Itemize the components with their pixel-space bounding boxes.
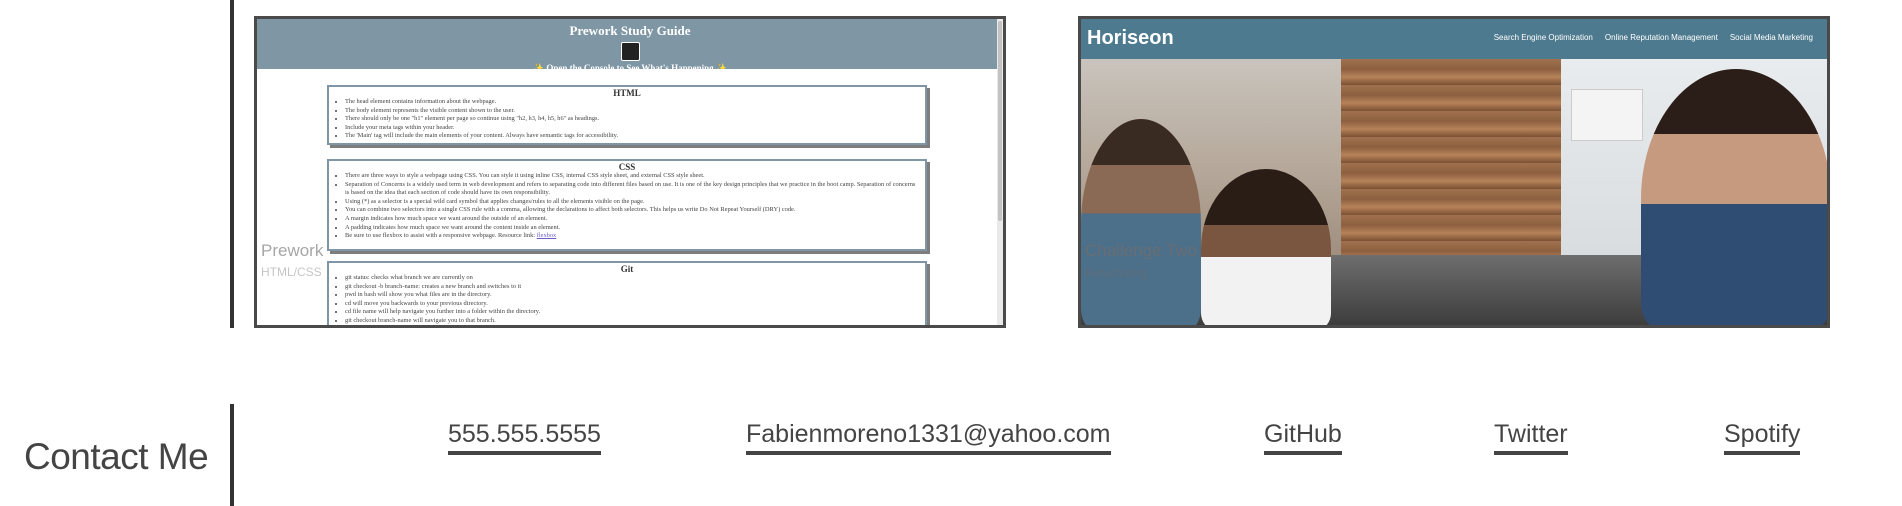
list-item: The body element represents the visible …	[345, 107, 919, 116]
project-subtitle: Refactoring	[1085, 266, 1147, 280]
prework-section-css: CSS There are three ways to style a webp…	[327, 159, 927, 251]
project-card-prework[interactable]: Prework Study Guide ✨ Open the Console t…	[254, 16, 1006, 328]
spotify-link[interactable]: Spotify	[1724, 418, 1801, 455]
photo-person	[1081, 119, 1201, 325]
horiseon-header: Horiseon Search Engine Optimization Onli…	[1081, 19, 1827, 59]
horiseon-logo: Horiseon	[1087, 27, 1174, 49]
contact-heading: Contact Me	[24, 436, 209, 477]
github-link[interactable]: GitHub	[1264, 418, 1342, 455]
project-title: Prework	[261, 241, 324, 260]
section-divider-bottom	[230, 404, 234, 506]
photo-whiteboard	[1571, 89, 1643, 141]
prework-title: Prework Study Guide	[569, 23, 691, 38]
scrollbar-thumb[interactable]	[998, 21, 1002, 221]
photo-person	[1641, 69, 1827, 325]
project-card-horiseon[interactable]: Horiseon Search Engine Optimization Onli…	[1078, 16, 1830, 328]
prework-body: HTML The head element contains informati…	[257, 69, 1003, 325]
nav-item: Online Reputation Management	[1604, 33, 1718, 42]
list-item: cd will move you backwards to your previ…	[345, 300, 919, 309]
list-item: A margin indicates how much space we wan…	[345, 215, 919, 224]
list-item: cd file name will help navigate you furt…	[345, 308, 919, 317]
list-item: The 'Main' tag will include the main ele…	[345, 132, 919, 141]
list-item: Be sure to use flexbox to assist with a …	[345, 232, 919, 241]
prework-logo-icon	[620, 42, 640, 61]
photo-person	[1201, 169, 1331, 325]
section-divider-top	[230, 0, 234, 328]
project-title: Challenge Two	[1085, 241, 1198, 260]
prework-section-git: Git git status: checks what branch we ar…	[327, 261, 927, 325]
list-item: Using (*) as a selector is a special wil…	[345, 198, 919, 207]
section-heading: CSS	[618, 162, 636, 172]
project-subtitle: HTML/CSS	[261, 265, 322, 279]
phone-link[interactable]: 555.555.5555	[448, 418, 601, 455]
horiseon-nav: Search Engine Optimization Online Reputa…	[1494, 33, 1813, 42]
list-item: You can combine two selectors into a sin…	[345, 206, 919, 215]
prework-header: Prework Study Guide ✨ Open the Console t…	[257, 19, 1003, 73]
list-item: A padding indicates how much space we wa…	[345, 224, 919, 233]
list-item: Separation of Concerns is a widely used …	[345, 181, 919, 198]
prework-section-html: HTML The head element contains informati…	[327, 85, 927, 145]
twitter-link[interactable]: Twitter	[1494, 418, 1568, 455]
team-meeting-photo	[1081, 59, 1827, 325]
nav-item: Social Media Marketing	[1729, 33, 1813, 42]
photo-person	[1381, 79, 1551, 325]
list-item: git checkout branch-name will navigate y…	[345, 317, 919, 325]
prework-scrollbar[interactable]	[997, 19, 1003, 325]
list-item: Include your meta tags within your heade…	[345, 124, 919, 133]
list-item: The head element contains information ab…	[345, 98, 919, 107]
email-link[interactable]: Fabienmoreno1331@yahoo.com	[746, 418, 1111, 455]
list-item: git checkout -b branch-name: creates a n…	[345, 283, 919, 292]
flexbox-link[interactable]: flexbox	[537, 232, 557, 239]
list-item: pwd in bash will show you what files are…	[345, 291, 919, 300]
nav-item: Search Engine Optimization	[1493, 33, 1593, 42]
section-heading: Git	[620, 264, 634, 274]
list-item: git status: checks what branch we are cu…	[345, 274, 919, 283]
list-item: There are three ways to style a webpage …	[345, 172, 919, 181]
list-item: There should only be one "h1" element pe…	[345, 115, 919, 124]
section-heading: HTML	[613, 88, 641, 98]
list-item-text: Be sure to use flexbox to assist with a …	[345, 232, 536, 240]
